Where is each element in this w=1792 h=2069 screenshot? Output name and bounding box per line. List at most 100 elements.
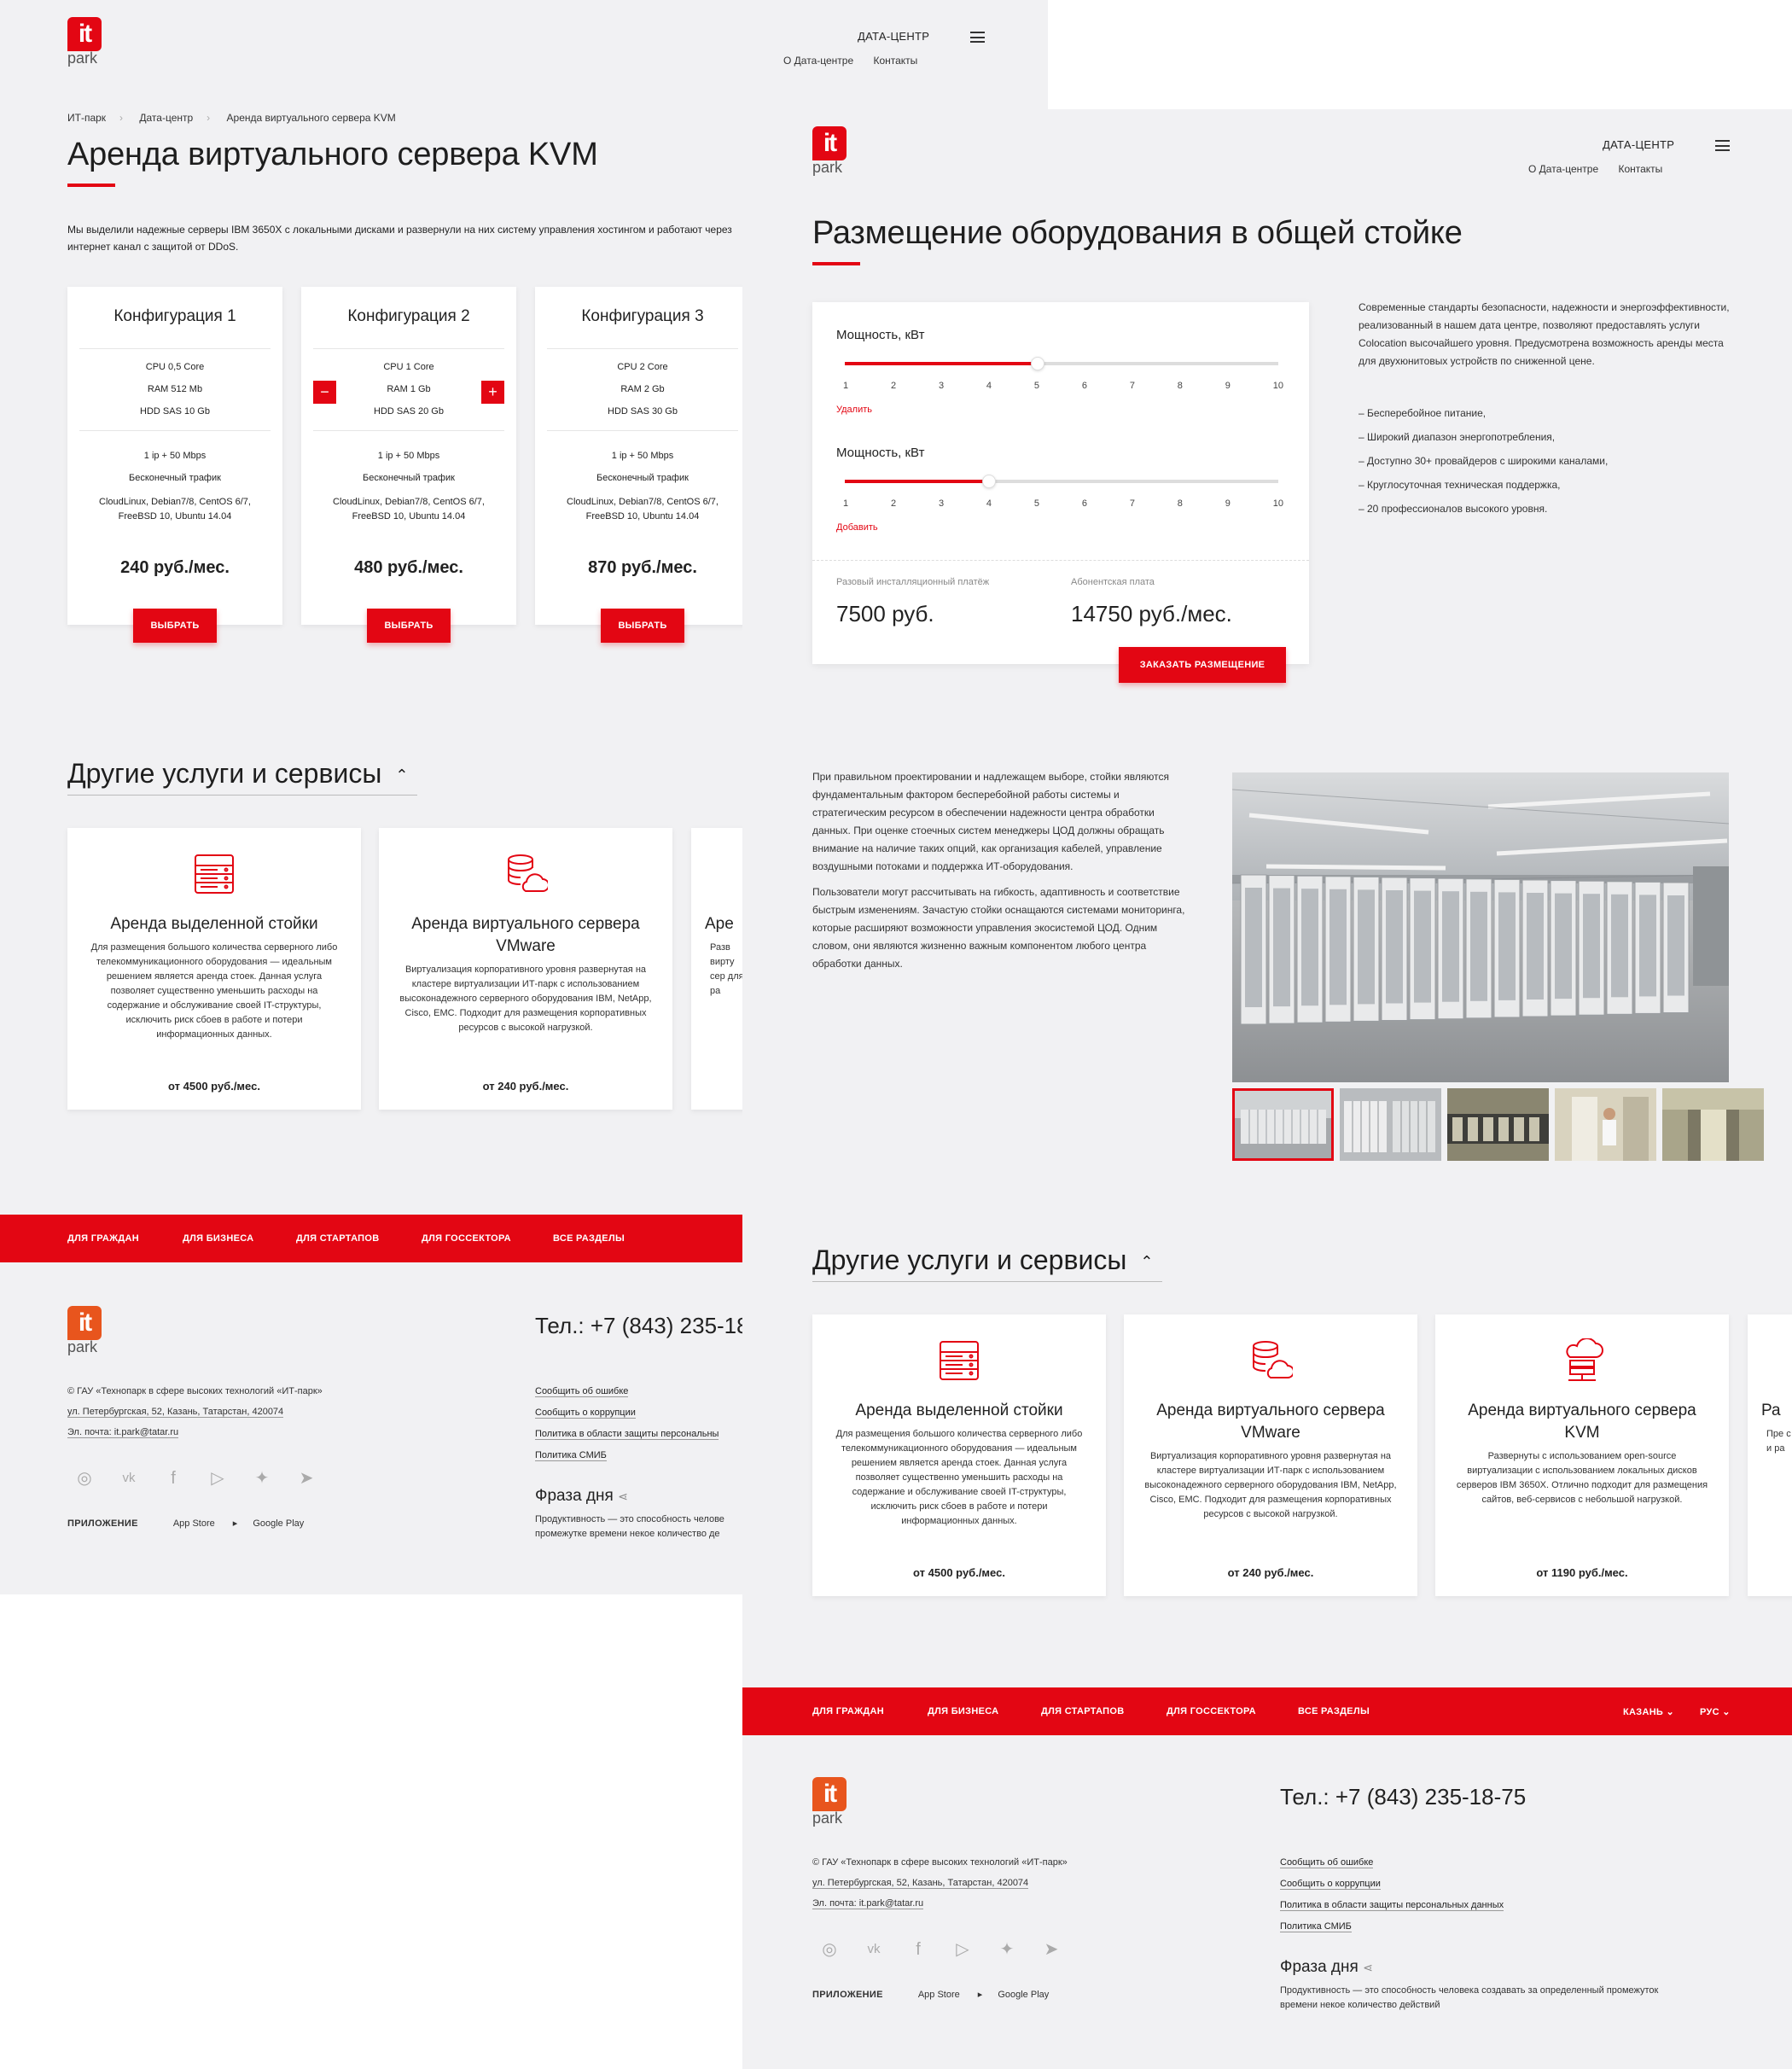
rack-door [1442,891,1459,1002]
remove-slider-link[interactable]: Удалить [836,405,872,415]
tick: 6 [1081,381,1087,391]
footer-phone[interactable]: Тел.: +7 (843) 235-18-75 [1280,1784,1526,1810]
footer-email[interactable]: Эл. почта: it.park@tatar.ru [67,1427,179,1438]
vk-icon[interactable]: vk [117,1468,141,1489]
breadcrumb-datacenter[interactable]: Дата-центр [139,112,193,124]
share-icon[interactable]: ⋖ [1363,1961,1373,1974]
slider-handle[interactable] [982,475,997,488]
twitter-icon[interactable]: ✦ [995,1939,1019,1960]
instagram-icon[interactable]: ◎ [73,1468,96,1489]
list-item: – Круглосуточная техническая поддержка, [1359,479,1561,491]
gallery-main-photo[interactable] [1232,772,1729,1082]
footer-address[interactable]: ул. Петербургская, 52, Казань, Татарстан… [812,1878,1029,1889]
share-icon[interactable]: ⋖ [618,1489,628,1503]
chevron-right-icon: › [207,112,211,124]
select-config-2-button[interactable]: ВЫБРАТЬ [367,609,451,643]
twitter-icon[interactable]: ✦ [250,1468,274,1489]
nav-all[interactable]: ВСЕ РАЗДЕЛЫ [1298,1706,1370,1716]
app-store-link[interactable]: App Store [918,1990,960,2000]
telegram-icon[interactable]: ➤ [294,1468,318,1489]
slider-handle[interactable] [1030,357,1044,370]
config-ip: 1 ip + 50 Mbps [143,451,207,461]
gallery-thumb-4[interactable] [1555,1088,1656,1161]
select-config-1-button[interactable]: ВЫБРАТЬ [133,609,217,643]
footer-phone[interactable]: Тел.: +7 (843) 235-18 [535,1313,749,1339]
nav-startups[interactable]: ДЛЯ СТАРТАПОВ [296,1233,379,1244]
power-slider-2[interactable] [845,475,1278,488]
privacy-policy-link[interactable]: Политика в области защиты персональных д… [1280,1900,1504,1911]
app-store-link[interactable]: App Store [173,1518,215,1529]
nav-business[interactable]: ДЛЯ БИЗНЕСА [928,1706,998,1716]
service-card-rack[interactable]: Аренда выделенной стойки Для размещения … [67,828,361,1110]
google-play-link[interactable]: Google Play [253,1518,304,1529]
nav-citizens[interactable]: ДЛЯ ГРАЖДАН [67,1233,139,1244]
smib-policy-link[interactable]: Политика СМИБ [1280,1921,1352,1932]
report-error-link[interactable]: Сообщить об ошибке [535,1386,629,1397]
config-cpu: CPU 0,5 Core [145,362,205,372]
add-slider-link[interactable]: Добавить [836,522,878,533]
power-slider-1[interactable] [845,357,1278,370]
youtube-icon[interactable]: ▷ [951,1939,975,1960]
link-contacts[interactable]: Контакты [873,55,917,67]
breadcrumb-current: Аренда виртуального сервера KVM [226,112,396,124]
thumb-image [1662,1088,1764,1161]
menu-icon[interactable] [970,32,985,43]
report-error-link[interactable]: Сообщить об ошибке [1280,1857,1374,1868]
nav-citizens[interactable]: ДЛЯ ГРАЖДАН [812,1706,884,1716]
report-corruption-link[interactable]: Сообщить о коррупции [535,1408,636,1419]
itpark-logo[interactable]: it park [812,126,850,177]
itpark-logo[interactable]: it park [67,17,105,67]
gallery-thumb-2[interactable] [1340,1088,1441,1161]
other-services-title[interactable]: Другие услуги и сервисы ⌃ [67,758,408,790]
nav-startups[interactable]: ДЛЯ СТАРТАПОВ [1041,1706,1124,1716]
header-section-title[interactable]: ДАТА-ЦЕНТР [1603,138,1674,151]
footer-logo[interactable]: it park [812,1777,850,1827]
order-placement-button[interactable]: ЗАКАЗАТЬ РАЗМЕЩЕНИЕ [1119,647,1286,683]
vk-icon[interactable]: vk [862,1939,886,1960]
select-config-3-button[interactable]: ВЫБРАТЬ [601,609,684,643]
footer-logo[interactable]: it park [67,1306,105,1356]
menu-icon[interactable] [1715,140,1730,151]
nav-all[interactable]: ВСЕ РАЗДЕЛЫ [553,1233,625,1244]
footer-email[interactable]: Эл. почта: it.park@tatar.ru [812,1898,924,1909]
nav-business[interactable]: ДЛЯ БИЗНЕСА [183,1233,253,1244]
privacy-policy-link[interactable]: Политика в области защиты персональны [535,1429,719,1440]
rack-door [1273,888,1290,1007]
language-selector[interactable]: РУС ⌄ [1700,1706,1731,1717]
telegram-icon[interactable]: ➤ [1039,1939,1063,1960]
breadcrumb-itpark[interactable]: ИТ-парк [67,112,106,124]
link-about-dc[interactable]: О Дата-центре [783,55,853,67]
link-about-dc[interactable]: О Дата-центре [1528,163,1598,175]
list-item: – Широкий диапазон энергопотребления, [1359,431,1556,443]
header-section-title[interactable]: ДАТА-ЦЕНТР [858,30,929,43]
page-colocation: it park ДАТА-ЦЕНТР О Дата-центре Контакт… [742,109,1792,2069]
other-services-title[interactable]: Другие услуги и сервисы ⌃ [812,1244,1153,1276]
nav-gov[interactable]: ДЛЯ ГОССЕКТОРА [422,1233,511,1244]
gallery-thumb-5[interactable] [1662,1088,1764,1161]
service-card-rack[interactable]: Аренда выделенной стойки Для размещения … [812,1314,1106,1596]
list-item: – Бесперебойное питание, [1359,407,1487,419]
gallery-thumb-1[interactable] [1232,1088,1334,1161]
tick: 8 [1177,381,1183,391]
youtube-icon[interactable]: ▷ [206,1468,230,1489]
city-selector[interactable]: КАЗАНЬ ⌄ [1623,1706,1674,1717]
gallery-thumb-3[interactable] [1447,1088,1549,1161]
instagram-icon[interactable]: ◎ [817,1939,841,1960]
service-card-vmware[interactable]: Аренда виртуального сервера VMware Вирту… [379,828,672,1110]
report-corruption-link[interactable]: Сообщить о коррупции [1280,1879,1381,1890]
nav-gov[interactable]: ДЛЯ ГОССЕКТОРА [1167,1706,1256,1716]
service-card-kvm[interactable]: Аренда виртуального сервера KVM Разверну… [1435,1314,1729,1596]
service-card-partial[interactable]: Ра Пре с и ра [1748,1314,1792,1596]
google-play-link[interactable]: Google Play [998,1990,1049,2000]
service-card-vmware[interactable]: Аренда виртуального сервера VMware Вирту… [1124,1314,1417,1596]
facebook-icon[interactable]: f [906,1939,930,1960]
service-title: Аренда выделенной стойки [855,1402,1063,1419]
link-contacts[interactable]: Контакты [1618,163,1662,175]
footer-address[interactable]: ул. Петербургская, 52, Казань, Татарстан… [67,1407,284,1418]
footer-links: Сообщить об ошибке Сообщить о коррупции … [535,1381,719,1466]
ram-increase-button[interactable]: + [481,381,504,404]
smib-policy-link[interactable]: Политика СМИБ [535,1450,607,1461]
facebook-icon[interactable]: f [161,1468,185,1489]
service-title: Аренда выделенной стойки [110,915,318,933]
social-links: ◎ vk f ▷ ✦ ➤ [817,1939,1063,1960]
